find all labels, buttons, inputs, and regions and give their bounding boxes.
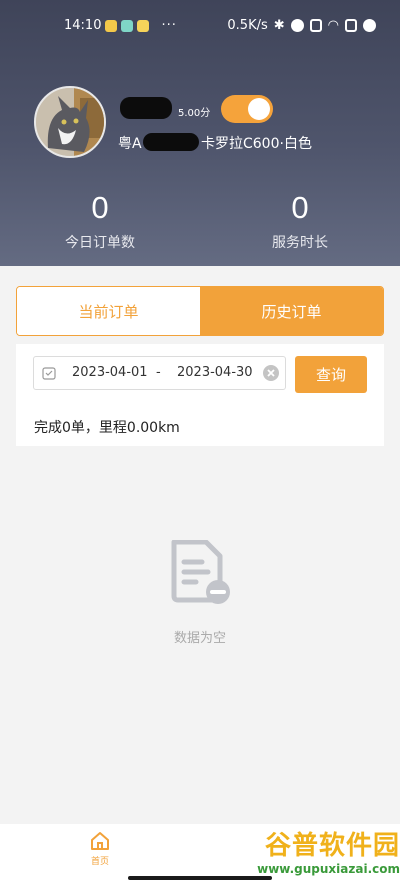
bluetooth-icon: ✱ [273,18,285,33]
filter-panel: 2023-04-01 - 2023-04-30 查询 完成0单，里程0.00km [16,344,384,446]
calendar-icon [42,367,56,380]
status-left: 14:10 ··· [64,18,177,33]
home-indicator[interactable] [128,876,272,880]
watermark: 谷普软件园 www.gupuxiazai.com [216,830,400,876]
alarm-icon [290,19,304,32]
cat-photo [36,88,104,156]
query-button[interactable]: 查询 [295,356,367,393]
stat-orders-today: 0 今日订单数 [20,190,180,252]
status-bar: 14:10 ··· 0.5K/s ✱ ◠ [0,12,400,42]
driver-rating: 5.00分 [178,108,211,119]
car-model: 卡罗拉C600·白色 [201,136,312,152]
plate-prefix: 粤A [118,136,142,152]
message-icon [137,19,150,32]
watermark-title: 谷普软件园 [264,831,400,861]
wifi-icon: ◠ [327,18,339,33]
profile-header: 14:10 ··· 0.5K/s ✱ ◠ 5.00分 粤A 卡罗拉C600·白色… [0,0,400,266]
status-time: 14:10 [64,18,102,33]
date-separator: - [156,365,161,380]
empty-document-icon [171,540,230,604]
end-date[interactable]: 2023-04-30 [177,365,253,380]
nav-home[interactable]: 首页 [78,830,122,874]
date-range-picker[interactable]: 2023-04-01 - 2023-04-30 [33,356,286,390]
driver-name-redacted [120,97,172,119]
battery-icon [345,19,357,32]
service-time-value: 0 [291,190,309,225]
status-right: 0.5K/s ✱ ◠ [227,18,376,33]
nav-home-label: 首页 [90,857,109,867]
order-summary: 完成0单，里程0.00km [34,420,180,436]
orders-today-label: 今日订单数 [65,235,135,251]
start-date[interactable]: 2023-04-01 [72,365,148,380]
avatar[interactable] [34,86,106,158]
empty-state-text: 数据为空 [173,631,226,646]
notification-app-icon [121,19,134,32]
online-toggle[interactable] [221,95,273,123]
stat-service-time: 0 服务时长 [220,190,380,252]
plate-number-redacted [143,133,199,151]
clear-icon[interactable] [263,365,279,381]
tab-current-orders[interactable]: 当前订单 [17,287,200,335]
service-time-label: 服务时长 [272,235,328,251]
notification-app-icon [105,19,118,32]
orders-today-value: 0 [91,190,109,225]
app-status-icon [363,19,376,32]
network-speed: 0.5K/s [227,18,268,33]
more-notifications: ··· [161,18,177,33]
toggle-knob [248,98,270,120]
watermark-url: www.gupuxiazai.com [257,862,400,876]
tab-history-orders[interactable]: 历史订单 [200,287,383,335]
home-icon [91,832,109,850]
order-tabs: 当前订单 历史订单 [16,286,384,336]
vibrate-icon [309,19,322,32]
